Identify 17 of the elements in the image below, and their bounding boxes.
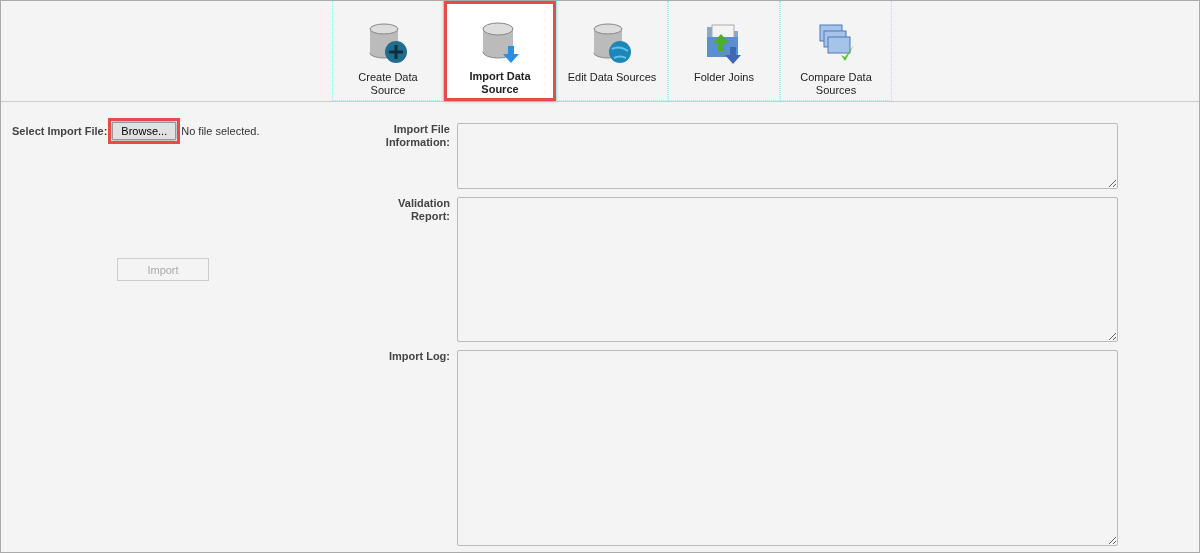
toolbar-button[interactable]: Import Data Source: [444, 1, 556, 101]
toolbar-button[interactable]: Create Data Source: [332, 1, 444, 101]
text-area[interactable]: [457, 123, 1118, 189]
toolbar-button[interactable]: Edit Data Sources: [556, 1, 668, 101]
text-area[interactable]: [457, 350, 1118, 546]
database-globe-icon: [592, 21, 632, 65]
toolbar-button[interactable]: Compare Data Sources: [780, 1, 892, 101]
field-label: Validation Report:: [397, 197, 450, 224]
field-label: Select Import File:: [12, 125, 108, 137]
toolbar-button[interactable]: Folder Joins: [668, 1, 780, 101]
database-down-arrow-icon: [480, 20, 520, 64]
folder-arrows-icon: [704, 21, 744, 65]
text-area[interactable]: [457, 197, 1118, 342]
database-plus-icon: [368, 21, 408, 65]
file-status-text: No file selected.: [181, 125, 260, 137]
field-label: Import File Information:: [384, 123, 450, 150]
field-label: Import Log:: [387, 350, 450, 364]
